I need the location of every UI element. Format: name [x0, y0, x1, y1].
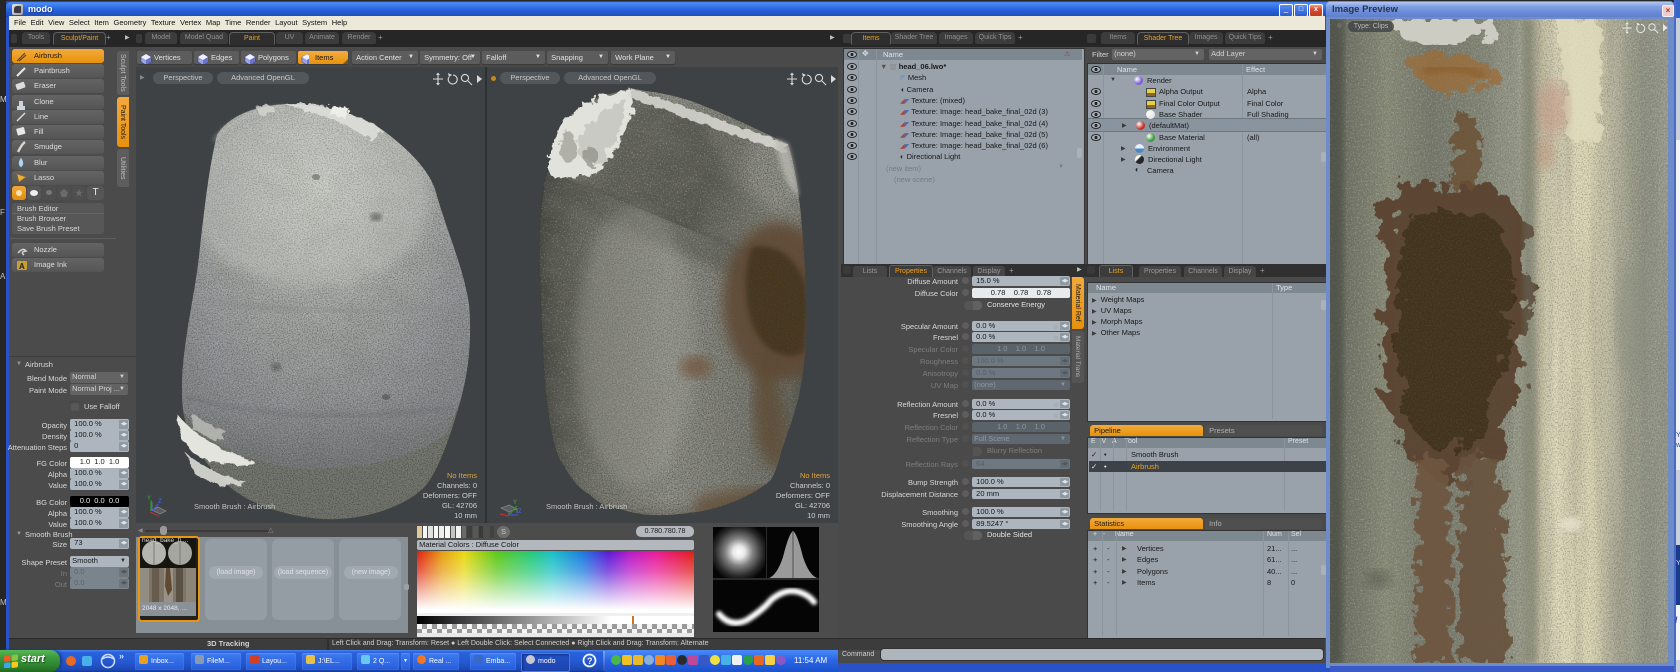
svg-text:Y: Y: [513, 500, 517, 506]
svg-text:Z: Z: [518, 509, 521, 515]
svg-text:Y: Y: [147, 496, 151, 502]
svg-text:?: ?: [587, 656, 593, 666]
svg-text:Z: Z: [158, 499, 162, 505]
svg-text:A: A: [19, 262, 25, 271]
